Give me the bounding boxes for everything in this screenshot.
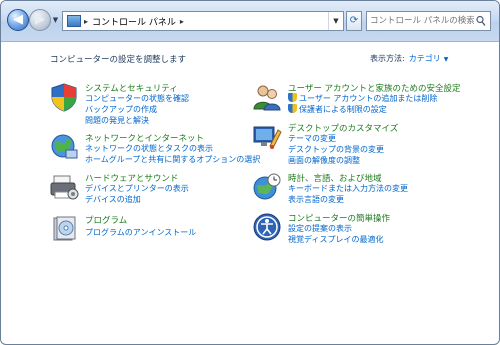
programs-disc-icon[interactable]	[49, 214, 79, 244]
search-icon[interactable]	[476, 15, 486, 27]
category-link[interactable]: 画面の解像度の調整	[288, 155, 360, 166]
printer-icon[interactable]	[49, 172, 79, 202]
category-link[interactable]: ホームグループと共有に関するオプションの選択	[85, 154, 260, 165]
forward-button[interactable]: ▶	[29, 9, 51, 31]
category-title[interactable]: プログラム	[85, 214, 127, 226]
clock-globe-icon[interactable]	[252, 172, 282, 202]
category-link[interactable]: テーマの変更	[288, 133, 336, 144]
category-link[interactable]: バックアップの作成	[85, 104, 157, 115]
category-link-label[interactable]: 保護者による制限の設定	[299, 105, 387, 114]
breadcrumb-control-panel[interactable]: コントロール パネル	[92, 15, 176, 28]
desktop-customization-icon[interactable]	[252, 122, 282, 152]
uac-shield-icon	[288, 93, 297, 102]
address-dropdown-icon[interactable]: ▼	[328, 12, 343, 30]
category-link[interactable]: プログラムのアンインストール	[85, 227, 196, 238]
main-content: コンピューターの設定を調整します 表示方法: カテゴリ ▼ システムとセキュリティ …	[1, 42, 499, 344]
category-link[interactable]: コンピューターの状態を確認	[85, 93, 189, 104]
shield-icon[interactable]	[49, 82, 79, 112]
category-link[interactable]: ネットワークの状態とタスクの表示	[85, 143, 213, 154]
category-link[interactable]: デスクトップの背景の変更	[288, 144, 384, 155]
view-by-value[interactable]: カテゴリ	[409, 54, 441, 63]
users-icon[interactable]	[252, 82, 282, 112]
category-link[interactable]: ユーザー アカウントの追加または削除	[288, 93, 437, 104]
category-link[interactable]: 保護者による制限の設定	[288, 104, 387, 115]
breadcrumb-chevron-icon[interactable]: ▸	[84, 17, 88, 26]
control-panel-icon	[67, 15, 81, 27]
category-link[interactable]: 設定の提案の表示	[288, 223, 352, 234]
category-link[interactable]: デバイスの追加	[85, 194, 141, 205]
category-link[interactable]: デバイスとプリンターの表示	[85, 183, 189, 194]
breadcrumb-chevron-icon[interactable]: ▸	[180, 17, 184, 26]
navigation-bar: ◀ ▶ ▼ ▸ コントロール パネル ▸ ▼ ⟳	[1, 1, 499, 42]
category-link[interactable]: 問題の発見と解決	[85, 115, 149, 126]
back-button[interactable]: ◀	[7, 9, 29, 31]
network-globe-icon[interactable]	[49, 132, 79, 162]
category-link[interactable]: 視覚ディスプレイの最適化	[288, 234, 383, 245]
view-by-selector: 表示方法: カテゴリ ▼	[370, 53, 448, 64]
page-title: コンピューターの設定を調整します	[50, 55, 187, 65]
category-link-label[interactable]: ユーザー アカウントの追加または削除	[299, 94, 437, 103]
view-by-label: 表示方法:	[370, 54, 405, 63]
category-link[interactable]: 表示言語の変更	[288, 194, 344, 205]
uac-shield-icon	[288, 104, 297, 113]
category-link[interactable]: キーボードまたは入力方法の変更	[288, 183, 408, 194]
search-box[interactable]	[366, 11, 491, 31]
ease-of-access-icon[interactable]	[252, 212, 282, 242]
chevron-down-icon[interactable]: ▼	[444, 56, 449, 63]
control-panel-window: ◀ ▶ ▼ ▸ コントロール パネル ▸ ▼ ⟳ コンピューターの設定を調整しま…	[0, 0, 500, 345]
search-input[interactable]	[370, 14, 474, 28]
refresh-button[interactable]: ⟳	[346, 11, 362, 31]
address-bar[interactable]: ▸ コントロール パネル ▸ ▼	[62, 11, 344, 31]
recent-pages-dropdown-icon[interactable]: ▼	[51, 15, 60, 26]
